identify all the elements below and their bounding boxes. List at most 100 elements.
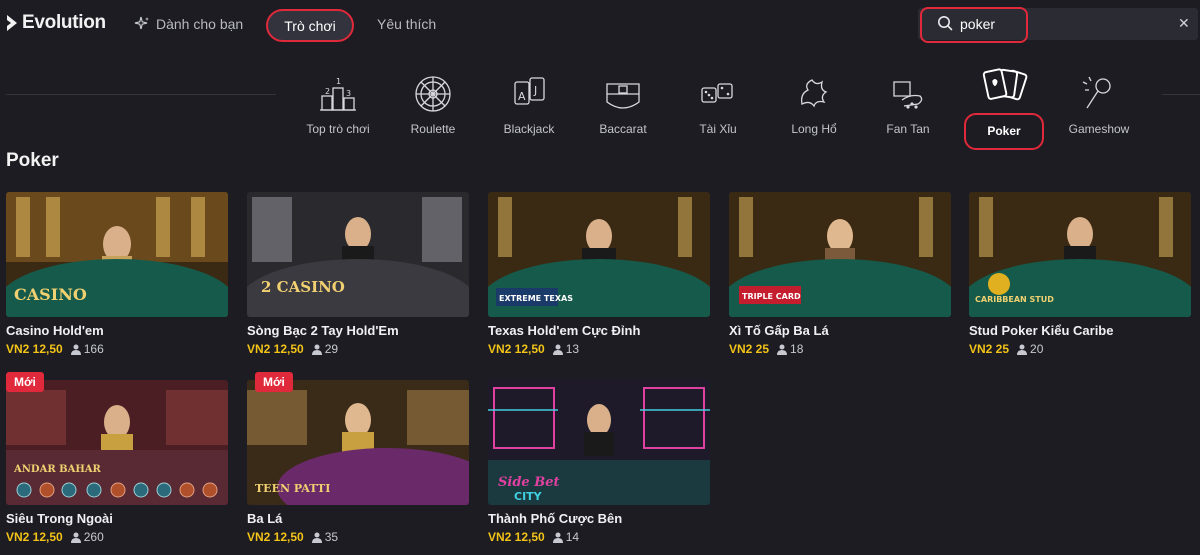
bet-min: VN2 12,50: [6, 530, 63, 544]
microphone-icon: [1082, 76, 1111, 109]
player-count: 35: [311, 530, 339, 544]
game-card[interactable]: CASINO Casino Hold'em VN2 12,50 166: [6, 192, 228, 356]
category-baccarat[interactable]: Baccarat: [578, 74, 668, 136]
hand-beads-icon: [893, 81, 923, 109]
evolution-logo[interactable]: Evolution: [6, 12, 106, 34]
game-meta: VN2 12,50 29: [247, 342, 469, 356]
svg-text:2 CASINO: 2 CASINO: [261, 278, 345, 296]
game-thumbnail: CASINO: [6, 192, 228, 317]
dealer-table-image: ANDAR BAHAR: [6, 380, 228, 505]
category-top-games[interactable]: 1 2 3 Top trò chơi: [293, 74, 383, 136]
close-icon[interactable]: ✕: [1178, 16, 1190, 30]
dealer-table-image: Side Bet CITY: [488, 380, 710, 505]
person-icon: [777, 344, 788, 355]
bet-min: VN2 12,50: [247, 342, 304, 356]
baccarat-table-icon: [606, 83, 640, 109]
category-label: Top trò chơi: [306, 122, 370, 136]
logo-text: Evolution: [22, 12, 106, 33]
game-title: Siêu Trong Ngoài: [6, 511, 113, 526]
game-thumbnail: TEEN PATTI: [247, 380, 469, 505]
player-count-value: 18: [790, 342, 804, 356]
svg-text:CASINO: CASINO: [14, 285, 87, 304]
game-card[interactable]: 2 CASINO Sòng Bạc 2 Tay Hold'Em VN2 12,5…: [247, 192, 469, 356]
poker-cards-icon: [982, 68, 1028, 101]
game-thumbnail: Side Bet CITY: [488, 380, 710, 505]
player-count-value: 35: [324, 530, 339, 544]
game-title: Stud Poker Kiểu Caribe: [969, 323, 1114, 338]
nav-games-tab[interactable]: Trò chơi: [266, 9, 354, 42]
game-title: Xì Tố Gấp Ba Lá: [729, 323, 829, 338]
svg-text:CARIBBEAN STUD: CARIBBEAN STUD: [975, 295, 1054, 304]
svg-text:TEEN PATTI: TEEN PATTI: [255, 482, 330, 495]
player-count: 166: [70, 342, 104, 356]
game-card[interactable]: EXTREME TEXAS Texas Hold'em Cực Đỉnh VN2…: [488, 192, 710, 356]
player-count-value: 166: [83, 342, 104, 356]
svg-text:EXTREME TEXAS: EXTREME TEXAS: [499, 294, 573, 303]
category-roulette[interactable]: Roulette: [388, 74, 478, 136]
game-meta: VN2 12,50 166: [6, 342, 228, 356]
game-meta: VN2 25 20: [969, 342, 1191, 356]
game-title: Thành Phố Cược Bên: [488, 511, 623, 526]
person-icon: [552, 344, 563, 355]
nav-for-you-label: Dành cho bạn: [156, 16, 244, 32]
nav-for-you[interactable]: Dành cho bạn: [134, 16, 243, 32]
game-meta: VN2 12,50 260: [6, 530, 228, 544]
nav-games-label: Trò chơi: [284, 17, 336, 34]
bet-min: VN2 12,50: [6, 342, 63, 356]
player-count-value: 14: [565, 530, 580, 544]
category-gameshow[interactable]: Gameshow: [1054, 74, 1144, 136]
bet-min: VN2 12,50: [488, 530, 545, 544]
dealer-table-image: CASINO: [6, 192, 228, 317]
svg-text:J: J: [533, 84, 537, 97]
player-count-value: 260: [83, 530, 104, 544]
logo-mark-icon: [7, 15, 17, 31]
svg-text:CITY: CITY: [514, 490, 543, 503]
category-blackjack[interactable]: A J Blackjack: [484, 74, 574, 136]
dealer-table-image: EXTREME TEXAS: [488, 192, 710, 317]
sparkle-icon: [134, 16, 149, 30]
person-icon: [311, 532, 322, 543]
category-label: Roulette: [410, 122, 456, 136]
category-long-ho[interactable]: Long Hổ: [769, 74, 859, 136]
dealer-table-image: CARIBBEAN STUD: [969, 192, 1191, 317]
person-icon: [552, 532, 563, 543]
game-card[interactable]: CARIBBEAN STUD Stud Poker Kiểu Caribe VN…: [969, 192, 1191, 356]
category-fan-tan[interactable]: Fan Tan: [863, 74, 953, 136]
svg-text:3: 3: [346, 89, 351, 98]
game-meta: VN2 12,50 14: [488, 530, 710, 544]
search-icon[interactable]: [937, 15, 953, 31]
category-tai-xiu[interactable]: Tài Xỉu: [673, 74, 763, 136]
player-count-value: 13: [565, 342, 580, 356]
dealer-table-image: 2 CASINO: [247, 192, 469, 317]
person-icon: [311, 344, 322, 355]
game-card[interactable]: TRIPLE CARD Xì Tố Gấp Ba Lá VN2 25 18: [729, 192, 951, 356]
category-label: Tài Xỉu: [699, 122, 737, 136]
dealer-table-image: TRIPLE CARD: [729, 192, 951, 317]
category-divider-right: [1162, 94, 1200, 95]
svg-text:ANDAR BAHAR: ANDAR BAHAR: [13, 464, 102, 475]
svg-text:TRIPLE CARD: TRIPLE CARD: [742, 292, 801, 301]
search-input[interactable]: [960, 12, 1160, 36]
game-thumbnail: CARIBBEAN STUD: [969, 192, 1191, 317]
game-thumbnail: EXTREME TEXAS: [488, 192, 710, 317]
dragon-icon: [800, 79, 828, 108]
game-card[interactable]: ANDAR BAHAR Siêu Trong Ngoài VN2 12,50 2…: [6, 380, 228, 544]
game-card[interactable]: Side Bet CITY Thành Phố Cược Bên VN2 12,…: [488, 380, 710, 544]
player-count-value: 29: [324, 342, 339, 356]
bet-min: VN2 25: [969, 342, 1010, 356]
game-card[interactable]: TEEN PATTI Ba Lá VN2 12,50 35: [247, 380, 469, 544]
game-title: Sòng Bạc 2 Tay Hold'Em: [247, 323, 399, 338]
svg-text:A: A: [518, 90, 526, 103]
category-divider-left: [6, 94, 276, 95]
nav-favorites[interactable]: Yêu thích: [377, 16, 436, 32]
game-thumbnail: ANDAR BAHAR: [6, 380, 228, 505]
nav-favorites-label: Yêu thích: [377, 16, 437, 32]
category-label: Baccarat: [599, 122, 647, 136]
player-count: 29: [311, 342, 339, 356]
playing-cards-icon: A J: [514, 77, 545, 105]
category-label: Long Hổ: [791, 122, 837, 136]
player-count: 20: [1017, 342, 1043, 356]
bet-min: VN2 12,50: [488, 342, 545, 356]
dice-icon: [701, 83, 733, 103]
top-bar: Evolution Dành cho bạn Trò chơi Yêu thíc…: [0, 0, 1200, 48]
